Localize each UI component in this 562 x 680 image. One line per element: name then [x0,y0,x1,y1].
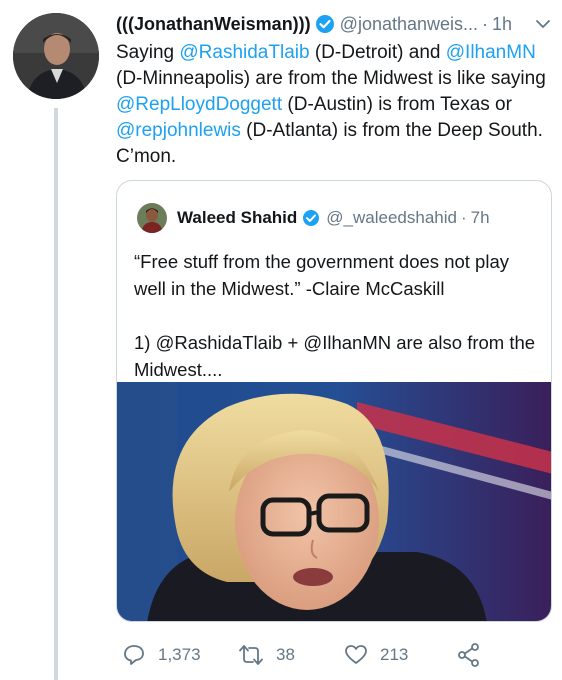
thread-line [54,108,58,680]
mention-link[interactable]: @repjohnlewis [116,120,241,141]
quoted-paragraph: 1) @RashidaTlaib + @IlhanMN are also fro… [134,332,536,380]
quoted-paragraph: “Free stuff from the government does not… [134,251,509,299]
author-handle[interactable]: @jonathanweis... [340,14,478,35]
mention-link[interactable]: @RepLloydDoggett [116,94,282,115]
quoted-author-handle[interactable]: @_waleedshahid [326,208,457,228]
mention-link[interactable]: @IlhanMN [446,42,536,63]
tweet-text-segment: (D-Austin) is from Texas or [282,94,512,115]
separator-dot: · [482,13,489,34]
verified-badge-icon [302,209,320,227]
reply-icon [124,645,144,665]
verified-badge-icon [315,14,335,34]
retweet-button[interactable]: 38 [238,640,295,670]
tweet-text-segment: Saying [116,42,180,63]
quoted-author-name[interactable]: Waleed Shahid [177,208,297,228]
like-count: 213 [380,645,409,664]
share-button[interactable] [456,640,494,670]
tweet[interactable]: (((JonathanWeisman))) @jonathanweis... ·… [116,10,554,170]
chevron-down-icon[interactable] [534,15,552,33]
author-avatar[interactable] [13,13,99,99]
quoted-tweet-card[interactable]: Waleed Shahid @_waleedshahid · 7h “Free … [116,180,552,622]
retweet-icon [239,645,263,665]
tweet-text-segment: (D-Minneapolis) are from the Midwest is … [116,68,546,89]
separator-dot: · [460,208,467,227]
reply-count: 1,373 [158,645,201,664]
tweet-timestamp[interactable]: 1h [492,14,512,35]
retweet-count: 38 [276,645,295,664]
quoted-author-avatar[interactable] [137,203,167,233]
heart-icon [345,645,367,664]
tweet-header: (((JonathanWeisman))) @jonathanweis... ·… [116,10,554,38]
tweet-text: Saying @RashidaTlaib (D-Detroit) and @Il… [116,40,548,170]
share-icon [458,643,479,667]
mention-link[interactable]: @RashidaTlaib [179,42,309,63]
tweet-text-segment: (D-Detroit) and [309,42,446,63]
reply-button[interactable]: 1,373 [122,640,201,670]
author-name[interactable]: (((JonathanWeisman))) [116,14,311,35]
quoted-tweet-timestamp[interactable]: 7h [471,208,490,228]
like-button[interactable]: 213 [344,640,408,670]
tweet-action-bar: 1,373 38 213 [116,640,556,670]
quoted-tweet-header: Waleed Shahid @_waleedshahid · 7h [137,203,490,233]
quoted-tweet-video-thumbnail[interactable] [117,382,551,621]
